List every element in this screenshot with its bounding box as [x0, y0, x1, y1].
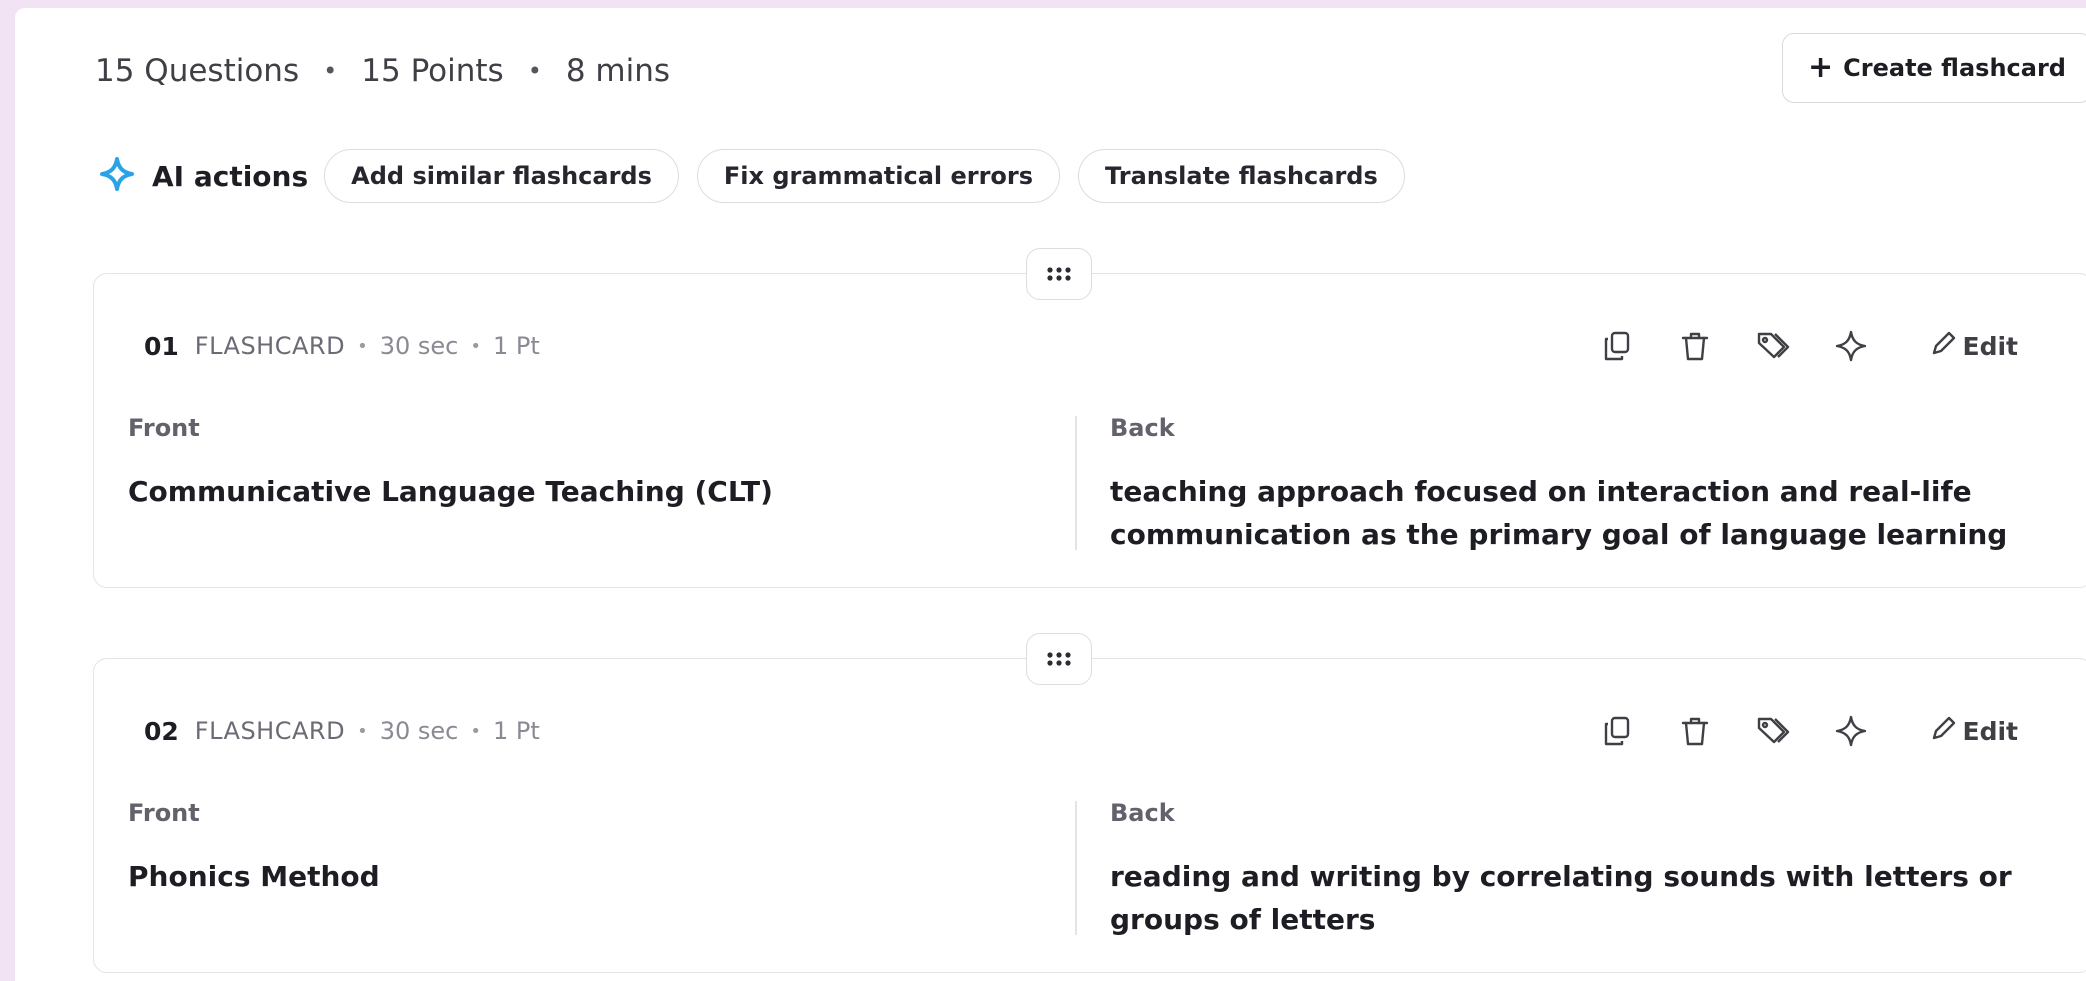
flashcard-card: 01 FLASHCARD • 30 sec • 1 Pt Edit Front … — [93, 248, 2086, 588]
front-label: Front — [128, 414, 200, 442]
card-meta: 01 FLASHCARD • 30 sec • 1 Pt — [144, 330, 540, 362]
card-points: 1 Pt — [492, 717, 540, 745]
ai-actions-label: AI actions — [152, 159, 309, 193]
question-count: 15 Questions — [95, 53, 300, 89]
ai-actions-bar: AI actions Add similar flashcards Fix gr… — [100, 148, 1423, 204]
card-type: FLASHCARD — [194, 717, 346, 745]
front-text: Phonics Method — [128, 860, 380, 893]
drag-handle-icon[interactable] — [1026, 633, 1092, 685]
summary-separator: • — [527, 57, 542, 85]
meta-separator: • — [470, 720, 481, 742]
back-label: Back — [1110, 799, 1175, 827]
front-column: Front Communicative Language Teaching (C… — [128, 414, 1068, 513]
card-type: FLASHCARD — [194, 332, 346, 360]
summary-separator: • — [323, 57, 338, 85]
duration: 8 mins — [565, 53, 671, 89]
back-text: teaching approach focused on interaction… — [1110, 475, 2008, 551]
meta-separator: • — [470, 335, 481, 357]
card-time: 30 sec — [379, 717, 459, 745]
card-toolbar: Edit — [1567, 703, 2019, 759]
back-column: Back reading and writing by correlating … — [1110, 799, 2070, 941]
pencil-icon — [1931, 715, 1957, 747]
back-text: reading and writing by correlating sound… — [1110, 860, 2012, 936]
pencil-icon — [1931, 330, 1957, 362]
translate-flashcards-chip[interactable]: Translate flashcards — [1078, 149, 1405, 203]
plus-icon: + — [1808, 50, 1834, 85]
trash-icon[interactable] — [1667, 318, 1723, 374]
sparkle-icon[interactable] — [1823, 703, 1879, 759]
edit-button[interactable]: Edit — [1931, 715, 2019, 747]
flashcard-card: 02 FLASHCARD • 30 sec • 1 Pt Edit Front … — [93, 633, 2086, 973]
add-similar-flashcards-chip[interactable]: Add similar flashcards — [324, 149, 679, 203]
quiz-summary: 15 Questions • 15 Points • 8 mins — [95, 48, 670, 94]
back-column: Back teaching approach focused on intera… — [1110, 414, 2070, 556]
create-flashcard-button[interactable]: + Create flashcard — [1782, 33, 2086, 103]
card-points: 1 Pt — [492, 332, 540, 360]
sparkle-icon — [100, 157, 134, 195]
card-time: 30 sec — [379, 332, 459, 360]
front-column: Front Phonics Method — [128, 799, 1068, 898]
main-panel: 15 Questions • 15 Points • 8 mins + Crea… — [15, 8, 2086, 981]
trash-icon[interactable] — [1667, 703, 1723, 759]
meta-separator: • — [357, 720, 368, 742]
copy-icon[interactable] — [1589, 703, 1645, 759]
back-label: Back — [1110, 414, 1175, 442]
column-divider — [1075, 416, 1077, 550]
card-meta: 02 FLASHCARD • 30 sec • 1 Pt — [144, 715, 540, 747]
copy-icon[interactable] — [1589, 318, 1645, 374]
create-flashcard-label: Create flashcard — [1843, 54, 2066, 82]
drag-handle-icon[interactable] — [1026, 248, 1092, 300]
edit-label: Edit — [1962, 331, 2019, 361]
sparkle-icon[interactable] — [1823, 318, 1879, 374]
front-label: Front — [128, 799, 200, 827]
column-divider — [1075, 801, 1077, 935]
tag-icon[interactable] — [1745, 318, 1801, 374]
card-number: 02 — [144, 716, 179, 746]
front-text: Communicative Language Teaching (CLT) — [128, 475, 773, 508]
card-toolbar: Edit — [1567, 318, 2019, 374]
edit-label: Edit — [1962, 716, 2019, 746]
edit-button[interactable]: Edit — [1931, 330, 2019, 362]
card-number: 01 — [144, 331, 179, 361]
points-total: 15 Points — [361, 53, 504, 89]
fix-grammatical-errors-chip[interactable]: Fix grammatical errors — [696, 149, 1061, 203]
tag-icon[interactable] — [1745, 703, 1801, 759]
meta-separator: • — [357, 335, 368, 357]
